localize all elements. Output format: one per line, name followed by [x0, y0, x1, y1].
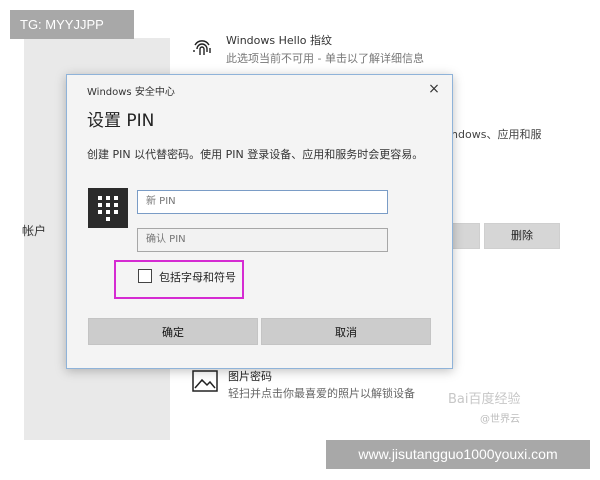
watermark-author: @世界云 — [480, 414, 520, 425]
hello-desc: 此选项当前不可用 - 单击以了解详细信息 — [226, 52, 424, 65]
dialog-description: 创建 PIN 以代替密码。使用 PIN 登录设备、应用和服务时会更容易。 — [87, 148, 424, 161]
baidu-watermark: Bai百度经验 — [448, 392, 521, 407]
hello-title: Windows Hello 指纹 — [226, 34, 332, 47]
close-icon[interactable]: × — [426, 81, 442, 97]
new-pin-input[interactable] — [137, 190, 388, 214]
include-letters-symbols-label[interactable]: 包括字母和符号 — [159, 269, 236, 285]
windows-hello-fingerprint-item[interactable]: Windows Hello 指纹 此选项当前不可用 - 单击以了解详细信息 — [190, 30, 550, 70]
picture-password-title: 图片密码 — [228, 370, 272, 383]
include-letters-symbols-checkbox[interactable] — [138, 269, 152, 283]
top-tag-overlay: TG: MYYJJPP — [10, 10, 134, 39]
confirm-pin-input[interactable] — [137, 228, 388, 252]
ok-button[interactable]: 确定 — [88, 318, 258, 345]
background-description-fragment: indows、应用和服 — [448, 128, 542, 141]
bottom-url-overlay: www.jisutangguo1000youxi.com — [326, 440, 590, 469]
set-pin-dialog: Windows 安全中心 × 设置 PIN 创建 PIN 以代替密码。使用 PI… — [66, 74, 453, 369]
background-remove-button[interactable]: 删除 — [484, 223, 560, 249]
dialog-title: 设置 PIN — [87, 111, 155, 131]
keypad-icon — [88, 188, 128, 228]
picture-password-desc: 轻扫并点击你最喜爱的照片以解锁设备 — [228, 387, 415, 400]
dialog-app-name: Windows 安全中心 — [87, 87, 175, 98]
fingerprint-icon — [193, 40, 211, 55]
accounts-nav-label[interactable]: 帐户 — [22, 222, 46, 239]
cancel-button[interactable]: 取消 — [261, 318, 431, 345]
picture-icon — [192, 370, 218, 392]
